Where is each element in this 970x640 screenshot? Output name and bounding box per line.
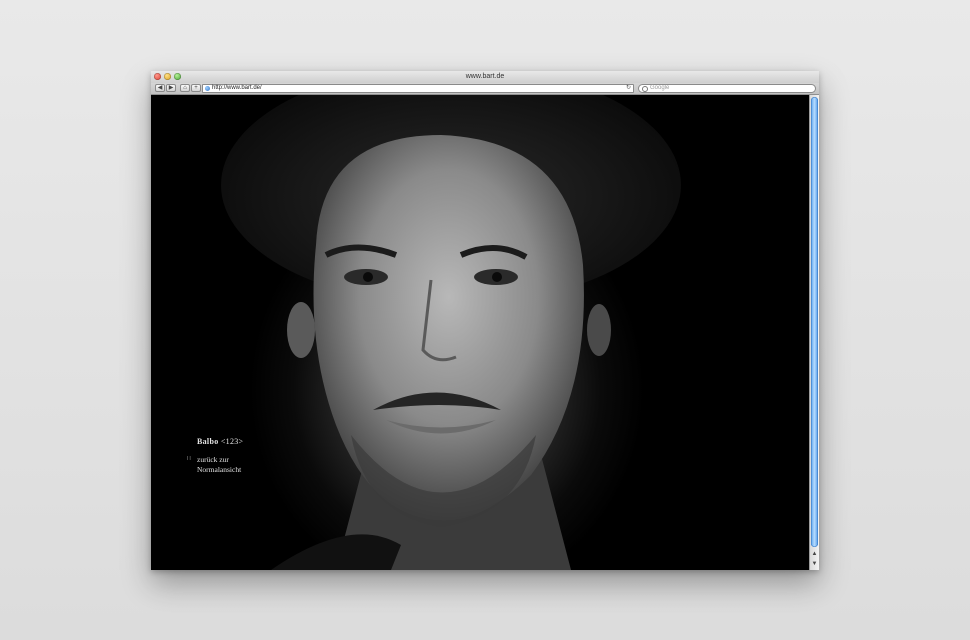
back-button[interactable]: ◀ bbox=[155, 84, 165, 92]
forward-button[interactable]: ▶ bbox=[166, 84, 176, 92]
left-ear-shape bbox=[287, 302, 315, 358]
gallery-name: Balbo bbox=[197, 437, 219, 446]
reload-icon[interactable]: ↻ bbox=[626, 85, 631, 92]
search-placeholder: Google bbox=[650, 85, 670, 91]
back-link-line-1: zurück zur bbox=[197, 455, 229, 464]
right-pupil-shape bbox=[492, 272, 502, 282]
window-title: www.bart.de bbox=[465, 73, 505, 80]
face-shape bbox=[313, 135, 584, 521]
grid-icon: ∷ bbox=[187, 456, 191, 462]
address-bar[interactable]: http://www.bart.de/ ↻ bbox=[202, 84, 634, 93]
browser-window: www.bart.de ◀ ▶ ⌂ + http://www.bart.de/ … bbox=[151, 71, 819, 570]
plus-icon: + bbox=[194, 85, 198, 91]
home-icon: ⌂ bbox=[183, 85, 187, 91]
right-ear-shape bbox=[587, 304, 611, 356]
address-url[interactable]: http://www.bart.de/ bbox=[212, 85, 262, 92]
site-globe-icon bbox=[205, 86, 210, 91]
forward-arrow-icon: ▶ bbox=[168, 85, 174, 91]
scroll-thumb[interactable] bbox=[811, 97, 818, 547]
portrait-photo bbox=[221, 95, 681, 570]
collar-shape bbox=[271, 534, 401, 570]
gallery-title: Balbo <123> bbox=[197, 437, 243, 446]
search-field[interactable]: Google bbox=[638, 84, 816, 93]
page-viewport: Balbo <123> ∷ zurück zur Normalansicht bbox=[151, 95, 809, 570]
add-bookmark-button[interactable]: + bbox=[191, 84, 201, 92]
gallery-range[interactable]: <123> bbox=[221, 437, 244, 446]
back-link-line-2: Normalansicht bbox=[197, 465, 242, 474]
vertical-scrollbar[interactable]: ▲ ▼ bbox=[809, 95, 819, 570]
home-button[interactable]: ⌂ bbox=[180, 84, 190, 92]
scroll-up-icon[interactable]: ▲ bbox=[810, 550, 819, 558]
search-icon bbox=[642, 86, 648, 92]
back-arrow-icon: ◀ bbox=[157, 85, 163, 91]
scroll-down-icon[interactable]: ▼ bbox=[810, 560, 819, 568]
left-pupil-shape bbox=[363, 272, 373, 282]
browser-toolbar: ◀ ▶ ⌂ + http://www.bart.de/ ↻ Google bbox=[151, 83, 819, 95]
back-link-label[interactable]: zurück zur Normalansicht bbox=[197, 455, 267, 475]
